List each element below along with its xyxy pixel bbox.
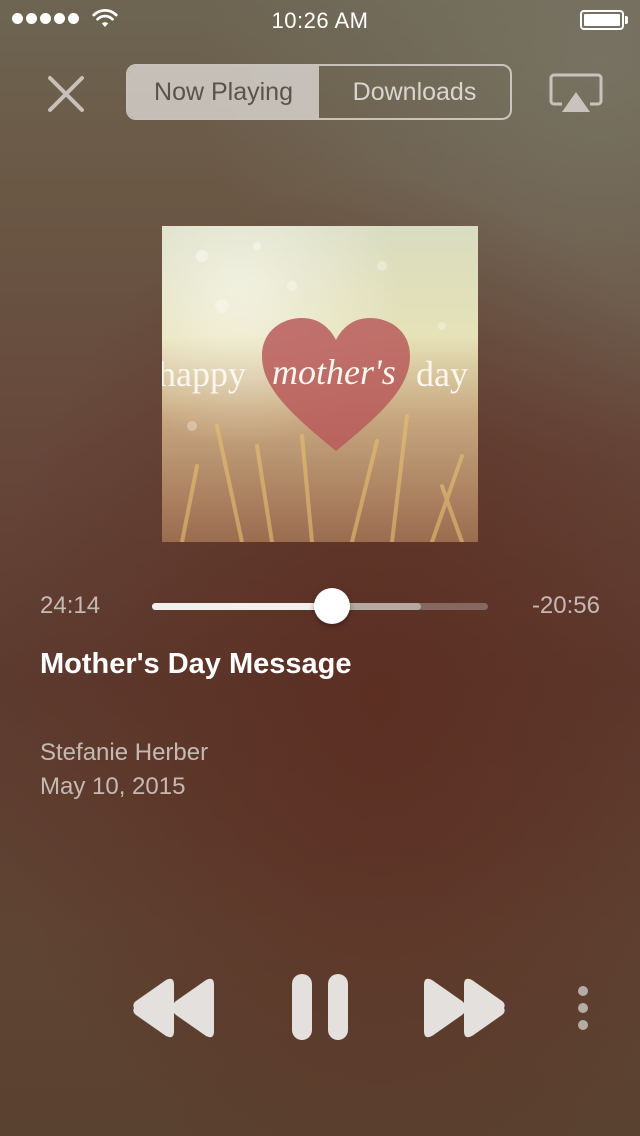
played-bar [152, 603, 333, 610]
artwork-text-mothers: mother's [272, 352, 396, 392]
fast-forward-icon[interactable] [420, 976, 510, 1040]
elapsed-time: 24:14 [40, 592, 101, 619]
battery-icon [580, 10, 624, 30]
battery-tip [625, 16, 628, 24]
progress-slider[interactable] [152, 588, 488, 624]
remaining-time: -20:56 [531, 592, 600, 619]
close-icon[interactable] [44, 72, 88, 116]
airplay-icon[interactable] [548, 72, 604, 116]
tab-now-playing[interactable]: Now Playing [128, 66, 319, 118]
segmented-control: Now Playing Downloads [126, 64, 512, 120]
progress-knob[interactable] [314, 588, 351, 624]
episode-author: Stefanie Herber [40, 739, 209, 766]
rewind-icon[interactable] [128, 976, 218, 1040]
artwork-text-day: day [416, 354, 468, 394]
pause-icon[interactable] [290, 972, 350, 1042]
more-options-icon[interactable] [570, 984, 596, 1032]
status-time: 10:26 AM [271, 8, 369, 33]
artwork-text-happy: happy [162, 354, 246, 394]
episode-title: Mother's Day Message [40, 648, 352, 680]
album-artwork: happy mother's day [162, 226, 478, 542]
status-bar: 10:26 AM [0, 0, 640, 40]
episode-date: May 10, 2015 [40, 773, 186, 800]
tab-downloads[interactable]: Downloads [319, 66, 510, 118]
